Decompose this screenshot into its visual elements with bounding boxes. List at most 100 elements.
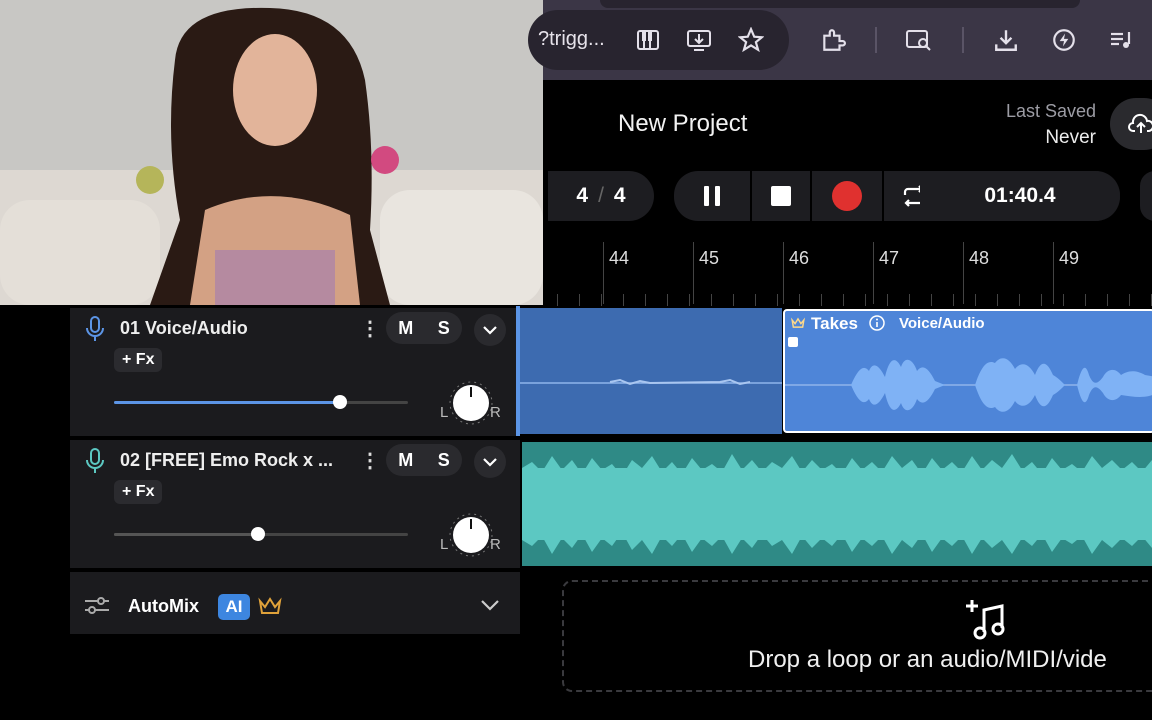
- time-display[interactable]: 01:40.4: [920, 171, 1120, 221]
- ruler-tick: [799, 294, 800, 306]
- microphone-icon: [84, 316, 106, 347]
- ruler-bar-line: [1053, 242, 1054, 304]
- ruler-tick: [865, 294, 866, 306]
- track-voice-audio[interactable]: 01 Voice/Audio ⋮ M S + Fx L R: [70, 308, 520, 436]
- project-title[interactable]: New Project: [618, 110, 747, 138]
- time-signature[interactable]: 4 / 4: [548, 171, 654, 221]
- record-button[interactable]: [812, 171, 882, 221]
- ruler-tick: [1041, 294, 1042, 306]
- star-icon[interactable]: [737, 26, 765, 54]
- chevron-down-icon: [483, 326, 497, 335]
- add-music-icon: [964, 598, 1008, 647]
- mute-solo-group: M S: [386, 312, 462, 344]
- playhead-clip-edge[interactable]: [516, 306, 520, 436]
- solo-button[interactable]: S: [438, 318, 450, 339]
- webcam-person-image: [0, 0, 543, 305]
- ruler-tick: [953, 294, 954, 306]
- extensions-icon[interactable]: [819, 26, 847, 54]
- stop-button[interactable]: [752, 171, 810, 221]
- ruler-bar-number: 49: [1059, 248, 1080, 268]
- volume-thumb[interactable]: [251, 527, 266, 541]
- track-expand-button[interactable]: [474, 446, 506, 478]
- ruler-tick: [777, 294, 778, 306]
- add-fx-button[interactable]: + Fx: [114, 480, 163, 504]
- ruler-tick: [711, 294, 712, 306]
- track-name[interactable]: 01 Voice/Audio: [120, 318, 248, 339]
- mute-button[interactable]: M: [398, 318, 413, 339]
- ruler-bar-line: [963, 242, 964, 304]
- ruler-tick: [1019, 294, 1020, 306]
- ruler-tick: [645, 294, 646, 306]
- ruler-tick: [909, 294, 910, 306]
- ruler-tick: [1085, 294, 1086, 306]
- track-menu-icon[interactable]: ⋮: [360, 316, 380, 341]
- track-expand-button[interactable]: [474, 314, 506, 346]
- transport-extra-button[interactable]: [1140, 171, 1152, 221]
- ruler-bar-line: [873, 242, 874, 304]
- pan-right-label: R: [490, 536, 501, 553]
- ai-badge: AI: [218, 594, 250, 620]
- playlist-icon[interactable]: [1108, 26, 1136, 54]
- stop-icon: [771, 186, 791, 206]
- automix-row[interactable]: AutoMix AI: [70, 572, 520, 634]
- timeline-ruler[interactable]: 44 45 46 47 48 49: [543, 240, 1152, 306]
- bolt-icon[interactable]: [1050, 26, 1078, 54]
- time-signature-separator: /: [598, 184, 604, 207]
- ruler-tick: [601, 294, 602, 306]
- info-icon[interactable]: [869, 315, 885, 336]
- track-menu-icon[interactable]: ⋮: [360, 448, 380, 473]
- ruler-bar-number: 44: [609, 248, 630, 268]
- ruler-tick: [975, 294, 976, 306]
- cloud-save-button[interactable]: [1110, 98, 1152, 150]
- ruler-tick: [755, 294, 756, 306]
- drop-zone[interactable]: Drop a loop or an audio/MIDI/vide: [562, 580, 1152, 692]
- ruler-tick: [623, 294, 624, 306]
- drop-zone-text: Drop a loop or an audio/MIDI/vide: [748, 646, 1107, 673]
- automix-label: AutoMix: [128, 596, 199, 616]
- ruler-bar-line: [783, 242, 784, 304]
- ruler-tick: [733, 294, 734, 306]
- search-lens-icon[interactable]: [905, 26, 933, 54]
- microphone-icon: [84, 448, 106, 479]
- ruler-bar-number: 46: [789, 248, 810, 268]
- takes-track-label: Voice/Audio: [899, 315, 985, 332]
- install-icon[interactable]: [685, 26, 713, 54]
- pan-knob[interactable]: [448, 380, 494, 426]
- pan-right-label: R: [490, 404, 501, 421]
- mute-solo-group: M S: [386, 444, 462, 476]
- ruler-tick: [887, 294, 888, 306]
- piano-icon[interactable]: [634, 26, 662, 54]
- solo-button[interactable]: S: [438, 450, 450, 471]
- audio-clip-voice[interactable]: [520, 308, 782, 434]
- crown-icon: [258, 596, 282, 621]
- ruler-tick: [1129, 294, 1130, 306]
- takes-waveform: [785, 358, 1152, 412]
- sliders-icon: [84, 596, 110, 621]
- ruler-tick: [1107, 294, 1108, 306]
- ruler-tick: [579, 294, 580, 306]
- chevron-down-icon[interactable]: [480, 598, 500, 616]
- volume-slider[interactable]: [114, 527, 408, 541]
- add-fx-button[interactable]: + Fx: [114, 348, 163, 372]
- pause-icon: [704, 186, 720, 206]
- pan-left-label: L: [440, 404, 449, 421]
- pan-knob[interactable]: [448, 512, 494, 558]
- track-emo-rock[interactable]: 02 [FREE] Emo Rock x ... ⋮ M S + Fx L R: [70, 440, 520, 568]
- mute-button[interactable]: M: [398, 450, 413, 471]
- pause-button[interactable]: [674, 171, 750, 221]
- track-name[interactable]: 02 [FREE] Emo Rock x ...: [120, 450, 333, 471]
- takes-label: Takes: [811, 314, 858, 333]
- volume-thumb[interactable]: [333, 395, 348, 409]
- ruler-tick: [557, 294, 558, 306]
- ruler-bar-line: [693, 242, 694, 304]
- toolbar-divider: [875, 27, 877, 53]
- takes-clip[interactable]: Takes Voice/Audio: [783, 309, 1152, 433]
- ruler-tick: [843, 294, 844, 306]
- browser-tab-strip: [600, 0, 1080, 8]
- audio-clip-emo-rock[interactable]: [522, 442, 1152, 566]
- ruler-tick: [667, 294, 668, 306]
- download-icon[interactable]: [992, 26, 1020, 54]
- ruler-bar-number: 48: [969, 248, 990, 268]
- ruler-tick: [931, 294, 932, 306]
- volume-slider[interactable]: [114, 395, 408, 409]
